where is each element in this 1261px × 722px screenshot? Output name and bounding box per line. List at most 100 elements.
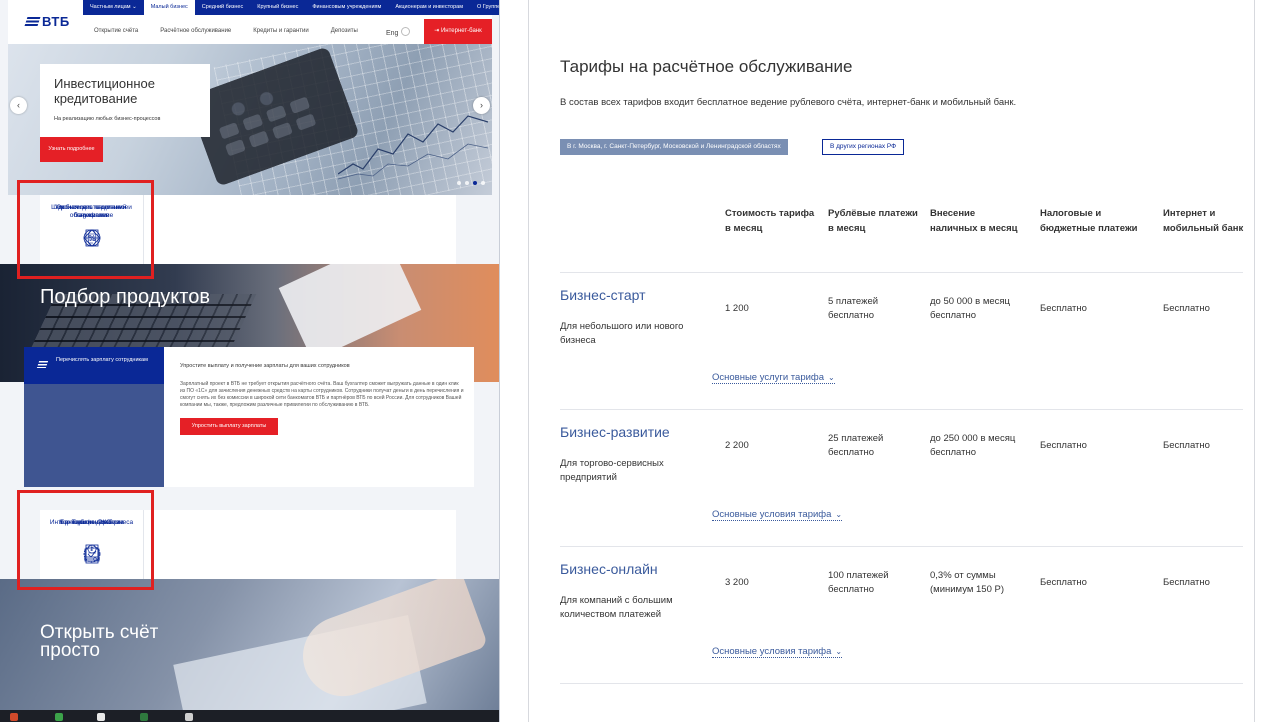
tariff-link-label: Основные условия тарифа bbox=[712, 509, 832, 520]
tariff-name-development[interactable]: Бизнес-развитие bbox=[560, 424, 670, 440]
hero-dot-active[interactable] bbox=[473, 181, 477, 185]
hero-dot[interactable] bbox=[465, 181, 469, 185]
tariff-bank: Бесплатно bbox=[1163, 577, 1210, 588]
top-nav-about[interactable]: О Группе ВТБ bbox=[470, 0, 499, 15]
col-header-cash: Внесение наличных в месяц bbox=[930, 208, 1018, 234]
tariffs-page: Тарифы на расчётное обслуживание В соста… bbox=[528, 0, 1255, 722]
tariff-price: 3 200 bbox=[725, 577, 749, 588]
sub-nav-settlement[interactable]: Расчётное обслуживание bbox=[149, 28, 242, 34]
top-nav: Частным лицам ⌄ Малый бизнес Средний биз… bbox=[83, 0, 499, 15]
col-header-bank: Интернет и мобильный банк bbox=[1163, 208, 1244, 234]
internet-bank-label: Интернет-банк bbox=[440, 28, 482, 34]
hero-more-button[interactable]: Узнать подробнее bbox=[40, 137, 103, 162]
logo-text: ВТБ bbox=[42, 14, 70, 29]
top-nav-financial[interactable]: Финансовым учреждениям bbox=[305, 0, 388, 15]
taskbar-app-icon[interactable] bbox=[10, 713, 18, 721]
col-header-tax: Налоговые и бюджетные платежи bbox=[1040, 208, 1138, 234]
taskbar-app-icon[interactable] bbox=[97, 713, 105, 721]
region-tab-other[interactable]: В других регионах РФ bbox=[822, 139, 905, 155]
hero-subtitle: На реализацию любых бизнес-процессов bbox=[54, 116, 161, 122]
divider bbox=[560, 409, 1243, 410]
top-nav-investors[interactable]: Акционерам и инвесторам bbox=[388, 0, 470, 15]
vtb-small-logo-icon bbox=[36, 361, 49, 368]
product-description: Зарплатный проект в ВТБ не требует откры… bbox=[180, 381, 464, 408]
tariff-cash: 0,3% от суммы (минимум 150 Р) bbox=[930, 570, 1004, 595]
top-nav-medium-business[interactable]: Средний бизнес bbox=[195, 0, 250, 15]
region-tab-moscow[interactable]: В г. Москва, г. Санкт-Петербург, Московс… bbox=[560, 139, 788, 155]
tariff-tax: Бесплатно bbox=[1040, 440, 1087, 451]
product-tab-salary[interactable]: Перечислять зарплату сотрудникам bbox=[24, 347, 164, 384]
taskbar-app-icon[interactable] bbox=[55, 713, 63, 721]
divider bbox=[560, 546, 1243, 547]
top-nav-private[interactable]: Частным лицам ⌄ bbox=[83, 0, 144, 15]
hero-dot[interactable] bbox=[457, 181, 461, 185]
simplify-salary-button[interactable]: Упростить выплату зарплаты bbox=[180, 418, 278, 435]
tariff-name-online[interactable]: Бизнес-онлайн bbox=[560, 561, 658, 577]
tariff-price: 1 200 bbox=[725, 303, 749, 314]
product-card: Перечислять зарплату сотрудникам Упрости… bbox=[24, 347, 474, 487]
hero-prev-arrow-icon[interactable]: ‹ bbox=[10, 97, 27, 114]
product-body: Упростите выплату и получение зарплаты д… bbox=[180, 363, 465, 435]
screenshot: ВТБ Частным лицам ⌄ Малый бизнес Средний… bbox=[0, 0, 1261, 722]
chevron-down-icon: ⌄ bbox=[828, 373, 835, 382]
internet-bank-button[interactable]: ⇥ Интернет-банк bbox=[424, 19, 492, 44]
hero-stock-chart-image bbox=[338, 115, 488, 180]
col-header-price: Стоимость тарифа в месяц bbox=[725, 208, 815, 234]
chevron-down-icon: ⌄ bbox=[835, 510, 843, 519]
sub-nav-open-account[interactable]: Открытие счёта bbox=[83, 28, 149, 34]
tariff-name-start[interactable]: Бизнес-старт bbox=[560, 287, 646, 303]
tariff-details-link[interactable]: Основные услуги тарифа ⌄ bbox=[712, 372, 835, 384]
divider bbox=[560, 683, 1243, 684]
tariff-details-link[interactable]: Основные условия тарифа ⌄ bbox=[712, 646, 843, 658]
col-header-payments: Рублёвые платежи в месяц bbox=[828, 208, 918, 234]
sub-nav: Открытие счёта Расчётное обслуживание Кр… bbox=[83, 28, 369, 34]
page-title: Тарифы на расчётное обслуживание bbox=[560, 57, 853, 76]
product-heading: Упростите выплату и получение зарплаты д… bbox=[180, 363, 350, 369]
site-header: ВТБ Частным лицам ⌄ Малый бизнес Средний… bbox=[8, 0, 499, 44]
tariff-desc: Для компаний с большим количеством плате… bbox=[560, 595, 673, 620]
product-section-title: Подбор продуктов bbox=[40, 286, 210, 308]
tariff-payments: 100 платежей бесплатно bbox=[828, 570, 889, 595]
tariff-price: 2 200 bbox=[725, 440, 749, 451]
globe-icon bbox=[401, 27, 411, 36]
top-nav-small-business[interactable]: Малый бизнес bbox=[143, 0, 195, 15]
tariff-tax: Бесплатно bbox=[1040, 303, 1087, 314]
os-taskbar bbox=[0, 710, 499, 722]
tariff-details-link[interactable]: Основные условия тарифа ⌄ bbox=[712, 509, 843, 521]
hero-next-arrow-icon[interactable]: › bbox=[473, 97, 490, 114]
taskbar-app-icon[interactable] bbox=[185, 713, 193, 721]
tariff-tax: Бесплатно bbox=[1040, 577, 1087, 588]
product-tab-label: Перечислять зарплату сотрудникам bbox=[56, 357, 148, 363]
tariff-payments: 5 платежей бесплатно bbox=[828, 296, 879, 321]
open-account-title: Открыть счёт просто bbox=[40, 622, 159, 661]
tariff-cash: до 50 000 в месяц бесплатно bbox=[930, 296, 1010, 321]
tariff-cash: до 250 000 в месяц бесплатно bbox=[930, 433, 1016, 458]
page-subtitle: В состав всех тарифов входит бесплатное … bbox=[560, 97, 1017, 108]
vtb-logo[interactable]: ВТБ bbox=[24, 14, 70, 29]
sub-nav-deposits[interactable]: Депозиты bbox=[320, 28, 369, 34]
vtb-homepage: ВТБ Частным лицам ⌄ Малый бизнес Средний… bbox=[0, 0, 500, 722]
tariff-desc: Для небольшого или нового бизнеса bbox=[560, 321, 684, 346]
language-switch[interactable]: Eng bbox=[386, 27, 411, 37]
tariff-bank: Бесплатно bbox=[1163, 303, 1210, 314]
hero-dot[interactable] bbox=[481, 181, 485, 185]
language-label: Eng bbox=[386, 30, 399, 37]
sub-nav-credits[interactable]: Кредиты и гарантии bbox=[242, 28, 319, 34]
vtb-logo-icon bbox=[24, 17, 41, 26]
tariff-link-label: Основные услуги тарифа bbox=[712, 372, 825, 383]
chevron-down-icon: ⌄ bbox=[835, 647, 843, 656]
product-tab-panel bbox=[24, 384, 164, 487]
hero-title: Инвестиционное кредитование bbox=[54, 76, 155, 106]
taskbar-app-icon[interactable] bbox=[140, 713, 148, 721]
tariff-payments: 25 платежей бесплатно bbox=[828, 433, 884, 458]
tariff-link-label: Основные условия тарифа bbox=[712, 646, 832, 657]
hero-pagination bbox=[457, 181, 485, 185]
tariff-bank: Бесплатно bbox=[1163, 440, 1210, 451]
hero-card: Инвестиционное кредитование На реализаци… bbox=[40, 64, 210, 137]
top-nav-large-business[interactable]: Крупный бизнес bbox=[250, 0, 305, 15]
open-account-banner: Открыть счёт просто bbox=[0, 579, 499, 710]
tariff-desc: Для торгово-сервисных предприятий bbox=[560, 458, 664, 483]
highlight-box-rko bbox=[17, 490, 154, 590]
highlight-box-package bbox=[17, 180, 154, 279]
divider bbox=[560, 272, 1243, 273]
